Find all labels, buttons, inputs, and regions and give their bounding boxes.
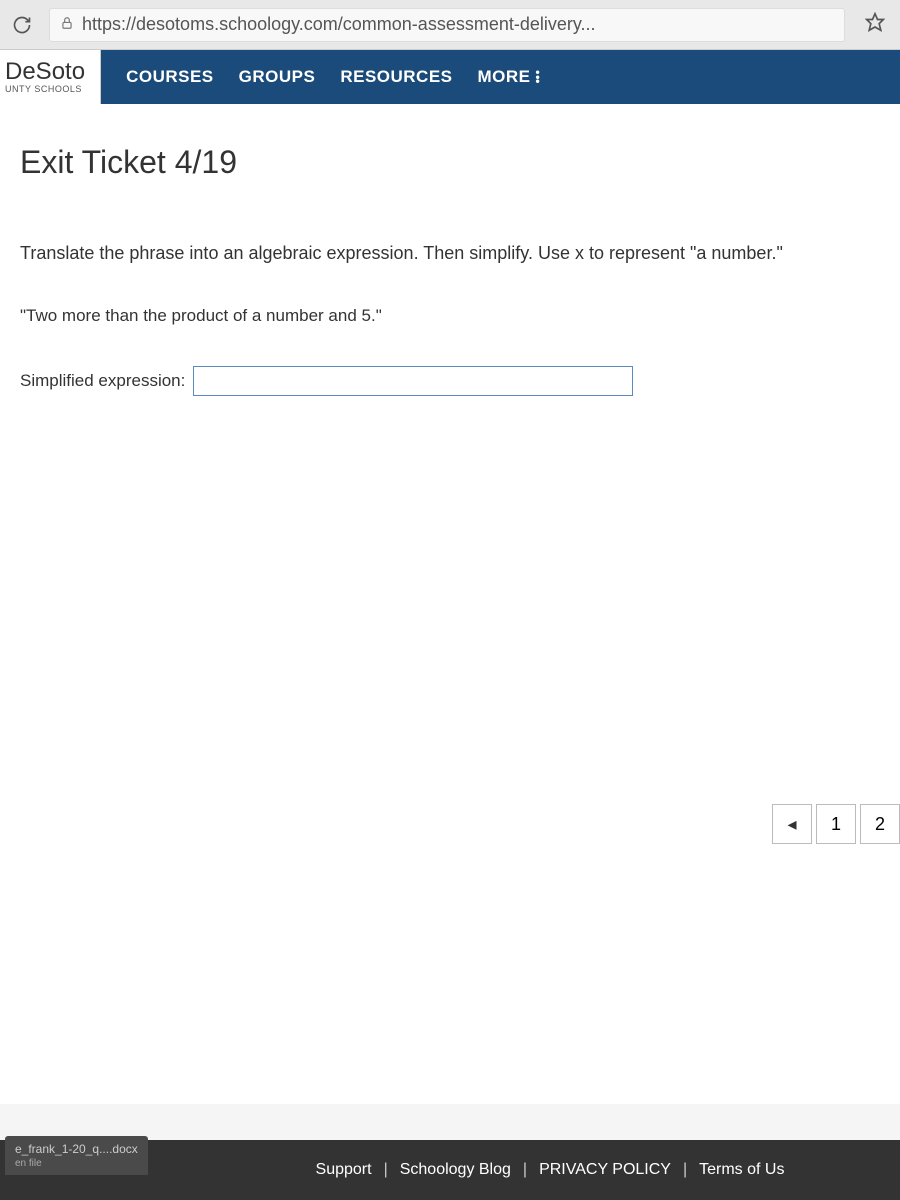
nav-items: COURSES GROUPS RESOURCES MORE ••• (101, 67, 540, 87)
question-phrase: "Two more than the product of a number a… (20, 306, 880, 326)
footer-privacy-link[interactable]: PRIVACY POLICY (539, 1161, 671, 1179)
download-subtext: en file (15, 1158, 138, 1169)
logo-main-text: DeSoto (5, 60, 85, 84)
lock-icon (60, 16, 74, 33)
pager-page-2[interactable]: 2 (860, 804, 900, 844)
url-text: https://desotoms.schoology.com/common-as… (82, 14, 596, 35)
nav-more-label: MORE (478, 67, 531, 87)
download-filename: e_frank_1-20_q....docx (15, 1142, 138, 1156)
footer-sep: | (683, 1161, 687, 1179)
footer-terms-link[interactable]: Terms of Us (699, 1161, 784, 1179)
nav-resources[interactable]: RESOURCES (340, 67, 452, 87)
nav-groups[interactable]: GROUPS (239, 67, 316, 87)
logo-sub-text: UNTY SCHOOLS (5, 84, 85, 94)
nav-more[interactable]: MORE ••• (478, 67, 541, 87)
url-input[interactable]: https://desotoms.schoology.com/common-as… (49, 8, 845, 42)
question-instruction: Translate the phrase into an algebraic e… (20, 241, 880, 266)
pager-page-1[interactable]: 1 (816, 804, 856, 844)
footer-links: Support | Schoology Blog | PRIVACY POLIC… (116, 1161, 785, 1179)
logo[interactable]: DeSoto UNTY SCHOOLS (0, 50, 101, 104)
refresh-icon[interactable] (10, 13, 34, 37)
content-area: Exit Ticket 4/19 Translate the phrase in… (0, 104, 900, 1104)
page-title: Exit Ticket 4/19 (20, 144, 880, 181)
more-dots-icon: ••• (536, 70, 541, 84)
favorite-icon[interactable] (860, 12, 890, 37)
browser-address-bar: https://desotoms.schoology.com/common-as… (0, 0, 900, 50)
footer-support-link[interactable]: Support (316, 1161, 372, 1179)
footer-sep: | (384, 1161, 388, 1179)
answer-label: Simplified expression: (20, 371, 185, 391)
top-nav: DeSoto UNTY SCHOOLS COURSES GROUPS RESOU… (0, 50, 900, 104)
pager-prev-button[interactable]: ◂ (772, 804, 812, 844)
footer-blog-link[interactable]: Schoology Blog (400, 1161, 511, 1179)
answer-input[interactable] (193, 366, 633, 396)
question-pager: ◂ 1 2 (772, 804, 900, 844)
answer-row: Simplified expression: (20, 366, 880, 396)
download-chip[interactable]: e_frank_1-20_q....docx en file (5, 1136, 148, 1175)
footer-sep: | (523, 1161, 527, 1179)
nav-courses[interactable]: COURSES (126, 67, 214, 87)
